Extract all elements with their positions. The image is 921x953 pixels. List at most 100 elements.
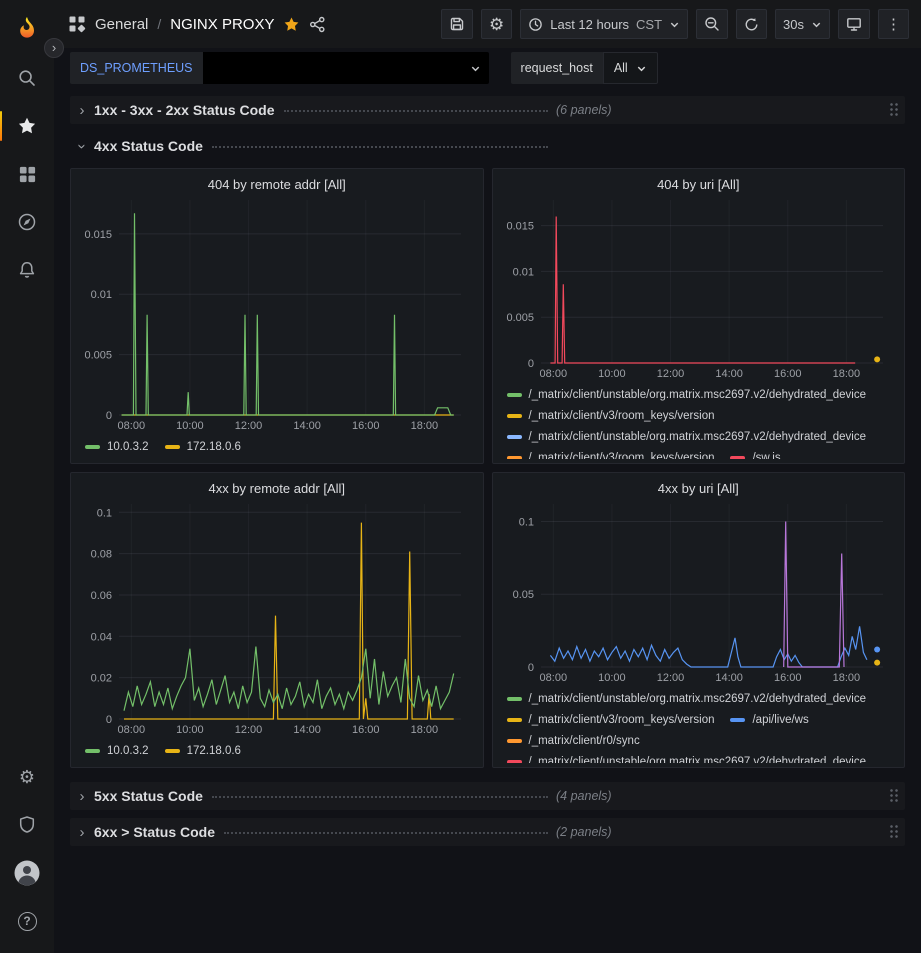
svg-text:08:00: 08:00: [539, 368, 567, 380]
sidebar-expand-button[interactable]: ›: [44, 38, 64, 58]
legend-item[interactable]: /_matrix/client/v3/room_keys/version: [507, 410, 715, 422]
row-title[interactable]: 1xx - 3xx - 2xx Status Code: [94, 102, 275, 118]
sidebar-item-starred[interactable]: [0, 102, 54, 150]
svg-text:0.02: 0.02: [91, 673, 112, 685]
legend-label: /_matrix/client/v3/room_keys/version: [529, 714, 715, 726]
legend-item[interactable]: /_matrix/client/unstable/org.matrix.msc2…: [507, 756, 867, 764]
legend-swatch: [730, 718, 745, 722]
panel-title[interactable]: 404 by remote addr [All]: [79, 173, 475, 194]
chevron-down-icon: [811, 19, 822, 30]
legend-item[interactable]: /_matrix/client/unstable/org.matrix.msc2…: [507, 431, 867, 443]
timezone-label: CST: [636, 17, 662, 32]
sidebar-item-dashboards[interactable]: [0, 150, 54, 198]
row-title[interactable]: 6xx > Status Code: [94, 824, 215, 840]
svg-text:0: 0: [106, 410, 112, 422]
row-title[interactable]: 4xx Status Code: [94, 138, 203, 154]
legend-label: 10.0.3.2: [107, 745, 149, 757]
svg-text:12:00: 12:00: [656, 368, 684, 380]
sidebar-item-configuration[interactable]: ⚙: [0, 753, 54, 801]
top-navbar: General / NGINX PROXY: [54, 0, 921, 48]
time-range-picker[interactable]: Last 12 hours CST: [520, 9, 688, 39]
row-5xx[interactable]: › 5xx Status Code (4 panels): [70, 782, 905, 810]
row-1xx-3xx-2xx[interactable]: › 1xx - 3xx - 2xx Status Code (6 panels): [70, 96, 905, 124]
legend-item[interactable]: 172.18.0.6: [165, 745, 241, 757]
svg-text:0.01: 0.01: [91, 289, 112, 301]
row-drag-handle[interactable]: [889, 102, 899, 118]
legend-swatch: [507, 435, 522, 439]
sidebar-item-profile[interactable]: [0, 849, 54, 897]
dashboard-title[interactable]: NGINX PROXY: [170, 16, 274, 33]
legend-item[interactable]: 172.18.0.6: [165, 441, 241, 453]
sidebar-item-help[interactable]: ?: [0, 897, 54, 945]
main-area: General / NGINX PROXY: [54, 0, 921, 953]
legend-item[interactable]: 10.0.3.2: [85, 745, 149, 757]
legend-label: /sw.js: [752, 452, 780, 460]
legend-swatch: [85, 749, 100, 753]
star-icon: [17, 116, 37, 136]
legend-item[interactable]: /_matrix/client/unstable/org.matrix.msc2…: [507, 693, 867, 705]
sidebar-item-server-admin[interactable]: [0, 801, 54, 849]
panel-title[interactable]: 4xx by remote addr [All]: [79, 477, 475, 498]
help-icon: ?: [18, 912, 37, 931]
svg-text:08:00: 08:00: [118, 420, 146, 432]
refresh-interval-dropdown[interactable]: 30s: [775, 9, 830, 39]
row-6xx[interactable]: › 6xx > Status Code (2 panels): [70, 818, 905, 846]
timeseries-plot[interactable]: 08:0010:0012:0014:0016:0018:0000.0050.01…: [79, 194, 475, 435]
legend-item[interactable]: /sw.js: [730, 452, 780, 460]
svg-text:0.04: 0.04: [91, 631, 112, 643]
legend-item[interactable]: /_matrix/client/v3/room_keys/version: [507, 452, 715, 460]
legend-swatch: [507, 414, 522, 418]
row-4xx[interactable]: › 4xx Status Code: [70, 132, 905, 160]
legend-label: /_matrix/client/unstable/org.matrix.msc2…: [529, 389, 867, 401]
legend-item[interactable]: /_matrix/client/v3/room_keys/version: [507, 714, 715, 726]
legend-swatch: [165, 749, 180, 753]
timeseries-plot[interactable]: 08:0010:0012:0014:0016:0018:0000.0050.01…: [501, 194, 897, 383]
row-dots-leader: [284, 110, 548, 112]
legend-item[interactable]: 10.0.3.2: [85, 441, 149, 453]
tv-mode-button[interactable]: [838, 9, 870, 39]
panel-title[interactable]: 4xx by uri [All]: [501, 477, 897, 498]
panel-chart-area[interactable]: 08:0010:0012:0014:0016:0018:0000.0050.01…: [501, 194, 897, 383]
more-options-button[interactable]: ⋮: [878, 9, 909, 39]
timeseries-plot[interactable]: 08:0010:0012:0014:0016:0018:0000.020.040…: [79, 498, 475, 739]
svg-text:0: 0: [527, 662, 533, 674]
zoom-out-button[interactable]: [696, 9, 728, 39]
panel-chart-area[interactable]: 08:0010:0012:0014:0016:0018:0000.020.040…: [79, 498, 475, 739]
svg-text:0: 0: [106, 714, 112, 726]
row-dots-leader: [224, 832, 548, 834]
row-header: 5xx Status Code: [94, 788, 552, 804]
panel-chart-area[interactable]: 08:0010:0012:0014:0016:0018:0000.050.1: [501, 498, 897, 687]
timeseries-plot[interactable]: 08:0010:0012:0014:0016:0018:0000.050.1: [501, 498, 897, 687]
panel-chart-area[interactable]: 08:0010:0012:0014:0016:0018:0000.0050.01…: [79, 194, 475, 435]
row-title[interactable]: 5xx Status Code: [94, 788, 203, 804]
legend-row: 10.0.3.2 172.18.0.6: [85, 740, 475, 761]
refresh-button[interactable]: [736, 9, 767, 39]
breadcrumb-section[interactable]: General: [95, 16, 148, 33]
share-icon[interactable]: [309, 16, 326, 33]
legend-item[interactable]: /_matrix/client/unstable/org.matrix.msc2…: [507, 389, 867, 401]
legend-item[interactable]: /_matrix/client/r0/sync: [507, 735, 640, 747]
kebab-icon: ⋮: [886, 17, 901, 32]
favorite-star-icon[interactable]: [283, 16, 300, 33]
svg-text:16:00: 16:00: [352, 724, 380, 736]
save-dashboard-button[interactable]: [441, 9, 473, 39]
legend-label: /_matrix/client/unstable/org.matrix.msc2…: [529, 756, 867, 764]
variable-label-request-host[interactable]: request_host: [511, 52, 603, 84]
svg-text:18:00: 18:00: [411, 420, 439, 432]
legend-item[interactable]: /api/live/ws: [730, 714, 808, 726]
svg-text:08:00: 08:00: [118, 724, 146, 736]
sidebar-item-search[interactable]: [0, 54, 54, 102]
variable-label-ds-prometheus[interactable]: DS_PROMETHEUS: [70, 52, 203, 84]
sidebar-item-alerting[interactable]: [0, 246, 54, 294]
row-dots-leader: [212, 796, 548, 798]
row-panel-count: (4 panels): [556, 789, 612, 803]
variable-value-ds-prometheus[interactable]: [203, 52, 489, 84]
legend-swatch: [507, 718, 522, 722]
sidebar-item-explore[interactable]: [0, 198, 54, 246]
variable-value-text: All: [614, 61, 628, 75]
dashboard-settings-button[interactable]: ⚙: [481, 9, 512, 39]
variable-value-request-host[interactable]: All: [603, 52, 658, 84]
panel-title[interactable]: 404 by uri [All]: [501, 173, 897, 194]
row-drag-handle[interactable]: [889, 824, 899, 840]
row-drag-handle[interactable]: [889, 788, 899, 804]
